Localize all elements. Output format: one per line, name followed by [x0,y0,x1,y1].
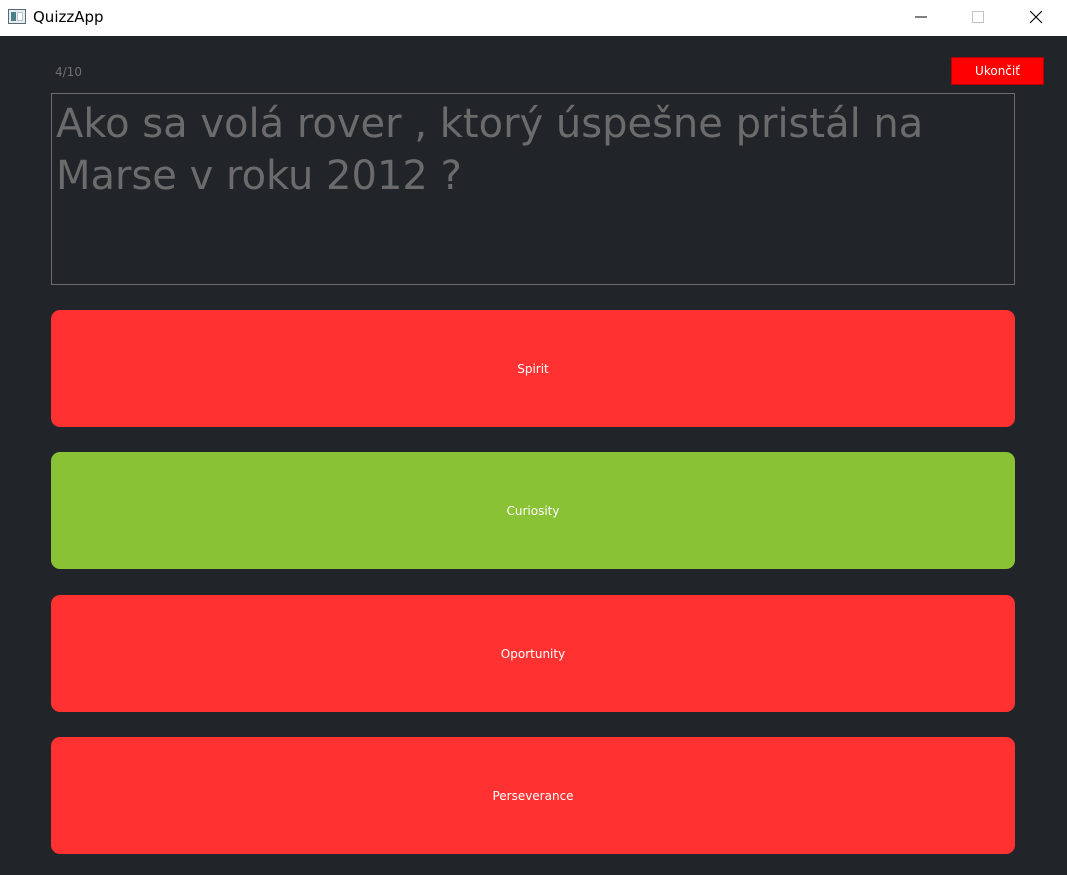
maximize-button[interactable] [955,0,1001,36]
answer-button-oportunity[interactable]: Oportunity [51,595,1015,712]
minimize-button[interactable] [898,0,944,36]
close-button[interactable] [1013,0,1059,36]
answer-button-perseverance[interactable]: Perseverance [51,737,1015,854]
question-box: Ako sa volá rover , ktorý úspešne pristá… [51,93,1015,285]
answer-label: Curiosity [506,503,560,518]
minimize-icon [915,16,927,18]
app-icon [8,9,26,24]
close-icon [1029,11,1043,24]
answer-button-curiosity[interactable]: Curiosity [51,452,1015,569]
quiz-content: 4/10 Ukončiť Ako sa volá rover , ktorý ú… [0,36,1067,875]
maximize-icon [972,11,984,23]
title-bar: QuizzApp [0,0,1067,36]
answer-label: Spirit [517,361,549,376]
answer-label: Perseverance [492,788,574,803]
question-progress: 4/10 [55,65,82,79]
answer-label: Oportunity [500,646,566,661]
question-text: Ako sa volá rover , ktorý úspešne pristá… [56,101,924,199]
window-title: QuizzApp [33,8,104,26]
answer-button-spirit[interactable]: Spirit [51,310,1015,427]
app-window: QuizzApp 4/10 Ukončiť Ako sa volá rover … [0,0,1067,875]
quit-button[interactable]: Ukončiť [951,57,1044,85]
